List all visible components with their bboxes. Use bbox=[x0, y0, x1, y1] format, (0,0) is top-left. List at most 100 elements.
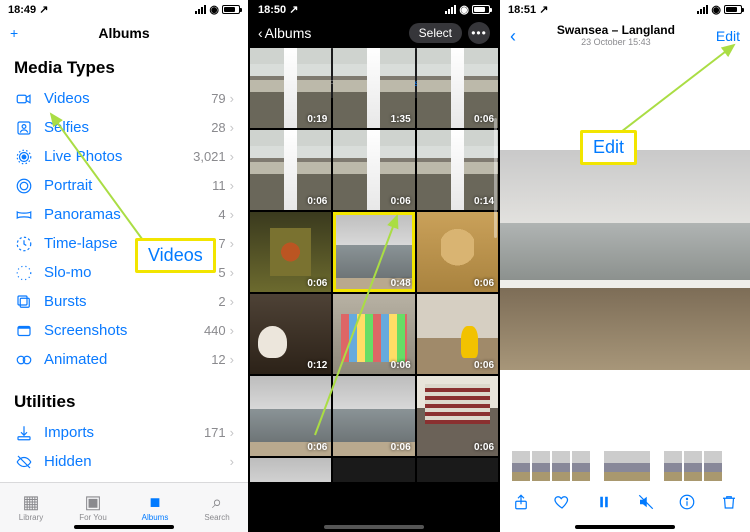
heart-icon bbox=[553, 493, 571, 511]
pause-button[interactable] bbox=[595, 493, 613, 516]
video-thumb[interactable]: 0:06 bbox=[250, 130, 331, 210]
bursts-icon bbox=[14, 292, 34, 312]
scroll-indicator[interactable] bbox=[494, 118, 497, 238]
video-duration: 0:14 bbox=[474, 196, 494, 207]
delete-button[interactable] bbox=[720, 493, 738, 516]
thumb-strip-item[interactable] bbox=[512, 451, 530, 481]
row-label: Selfies bbox=[44, 119, 211, 136]
chevron-right-icon: › bbox=[230, 91, 234, 106]
tab-label: For You bbox=[79, 513, 107, 522]
tab-label: Albums bbox=[142, 513, 169, 522]
media-row-portrait[interactable]: Portrait11› bbox=[14, 171, 234, 200]
row-count: 171 bbox=[204, 425, 226, 440]
video-thumb[interactable]: 0:06 bbox=[250, 458, 331, 482]
thumb-strip-item[interactable] bbox=[572, 451, 590, 481]
video-thumb[interactable]: 0:06 bbox=[417, 294, 498, 374]
chevron-right-icon: › bbox=[230, 454, 234, 469]
photo-subtitle: 23 October 15:43 bbox=[557, 38, 675, 48]
info-icon bbox=[678, 493, 696, 511]
selfie-icon bbox=[14, 118, 34, 138]
favorite-button[interactable] bbox=[553, 493, 571, 516]
video-thumb[interactable]: 0:06 bbox=[333, 130, 414, 210]
chevron-right-icon: › bbox=[230, 425, 234, 440]
mute-button[interactable] bbox=[637, 493, 655, 516]
nav-header: ‹ Albums Select ••• bbox=[250, 18, 498, 48]
video-thumb[interactable] bbox=[333, 458, 414, 482]
info-button[interactable] bbox=[678, 493, 696, 516]
home-indicator[interactable] bbox=[575, 525, 675, 529]
row-count: 2 bbox=[218, 294, 225, 309]
media-row-imports[interactable]: Imports171› bbox=[14, 418, 234, 447]
row-count: 5 bbox=[218, 265, 225, 280]
video-thumb[interactable]: 0:06 bbox=[250, 212, 331, 292]
video-thumb[interactable] bbox=[417, 458, 498, 482]
media-row-selfies[interactable]: Selfies28› bbox=[14, 113, 234, 142]
video-thumb[interactable]: 0:06 bbox=[417, 212, 498, 292]
media-row-videos[interactable]: Videos79› bbox=[14, 84, 234, 113]
tab-search[interactable]: ⌕Search bbox=[186, 483, 248, 532]
media-row-bursts[interactable]: Bursts2› bbox=[14, 287, 234, 316]
scrubber-strip[interactable] bbox=[500, 448, 750, 484]
row-label: Videos bbox=[44, 90, 211, 107]
add-button[interactable]: + bbox=[10, 26, 18, 40]
video-thumb[interactable]: 0:19 bbox=[250, 48, 331, 128]
row-label: Panoramas bbox=[44, 206, 218, 223]
select-button[interactable]: Select bbox=[409, 23, 462, 43]
home-indicator[interactable] bbox=[324, 525, 424, 529]
back-button[interactable]: ‹ bbox=[510, 26, 516, 47]
video-thumb[interactable]: 0:06 bbox=[250, 376, 331, 456]
phone-albums-list: 18:49 ↗ ◉ + Albums Media Types Videos79›… bbox=[0, 0, 250, 532]
row-count: 4 bbox=[218, 207, 225, 222]
page-title: Albums bbox=[0, 25, 248, 41]
media-row-panoramas[interactable]: Panoramas4› bbox=[14, 200, 234, 229]
thumb-strip-current[interactable] bbox=[604, 451, 650, 481]
video-preview[interactable] bbox=[500, 150, 750, 370]
video-thumb[interactable]: 1:35 bbox=[333, 48, 414, 128]
back-button[interactable]: ‹ Albums bbox=[258, 25, 311, 41]
thumb-strip-item[interactable] bbox=[664, 451, 682, 481]
battery-icon bbox=[222, 5, 240, 14]
animated-icon bbox=[14, 350, 34, 370]
video-duration: 0:06 bbox=[474, 278, 494, 289]
nav-header: ‹ Swansea – Langland 23 October 15:43 Ed… bbox=[500, 18, 750, 54]
share-button[interactable] bbox=[512, 493, 530, 516]
screenshots-icon bbox=[14, 321, 34, 341]
media-row-screenshots[interactable]: Screenshots440› bbox=[14, 316, 234, 345]
status-time: 18:51 bbox=[508, 4, 536, 16]
signal-icon bbox=[195, 5, 206, 14]
thumb-strip-item[interactable] bbox=[552, 451, 570, 481]
video-thumb[interactable]: 0:12 bbox=[250, 294, 331, 374]
home-indicator[interactable] bbox=[74, 525, 174, 529]
video-duration: 1:35 bbox=[391, 114, 411, 125]
tab-library[interactable]: ▦Library bbox=[0, 483, 62, 532]
edit-button[interactable]: Edit bbox=[716, 28, 740, 44]
portrait-icon bbox=[14, 176, 34, 196]
video-duration: 0:06 bbox=[307, 196, 327, 207]
chevron-right-icon: › bbox=[230, 178, 234, 193]
video-thumb[interactable]: 0:48 bbox=[333, 212, 414, 292]
video-thumb[interactable]: 0:06 bbox=[333, 294, 414, 374]
more-options-button[interactable]: ••• bbox=[468, 22, 490, 44]
video-grid[interactable]: 0:191:350:060:060:060:140:060:480:060:12… bbox=[250, 48, 498, 482]
media-row-hidden[interactable]: Hidden› bbox=[14, 447, 234, 476]
row-count: 3,021 bbox=[193, 149, 226, 164]
signal-icon bbox=[445, 5, 456, 14]
video-duration: 0:06 bbox=[391, 442, 411, 453]
wifi-icon: ◉ bbox=[711, 3, 721, 16]
thumb-strip-item[interactable] bbox=[532, 451, 550, 481]
callout-edit: Edit bbox=[580, 130, 637, 165]
thumb-strip-item[interactable] bbox=[704, 451, 722, 481]
video-thumb[interactable]: 0:14 bbox=[417, 130, 498, 210]
tab-icon: ▣ bbox=[84, 493, 101, 511]
thumb-strip-item[interactable] bbox=[684, 451, 702, 481]
status-time: 18:50 bbox=[258, 4, 286, 16]
callout-videos: Videos bbox=[135, 238, 216, 273]
row-count: 440 bbox=[204, 323, 226, 338]
video-thumb[interactable]: 0:06 bbox=[417, 376, 498, 456]
imports-icon bbox=[14, 423, 34, 443]
media-row-live-photos[interactable]: Live Photos3,021› bbox=[14, 142, 234, 171]
video-thumb[interactable]: 0:06 bbox=[333, 376, 414, 456]
location-arrow-icon: ↗ bbox=[539, 4, 548, 16]
video-thumb[interactable]: 0:06 bbox=[417, 48, 498, 128]
media-row-animated[interactable]: Animated12› bbox=[14, 345, 234, 374]
